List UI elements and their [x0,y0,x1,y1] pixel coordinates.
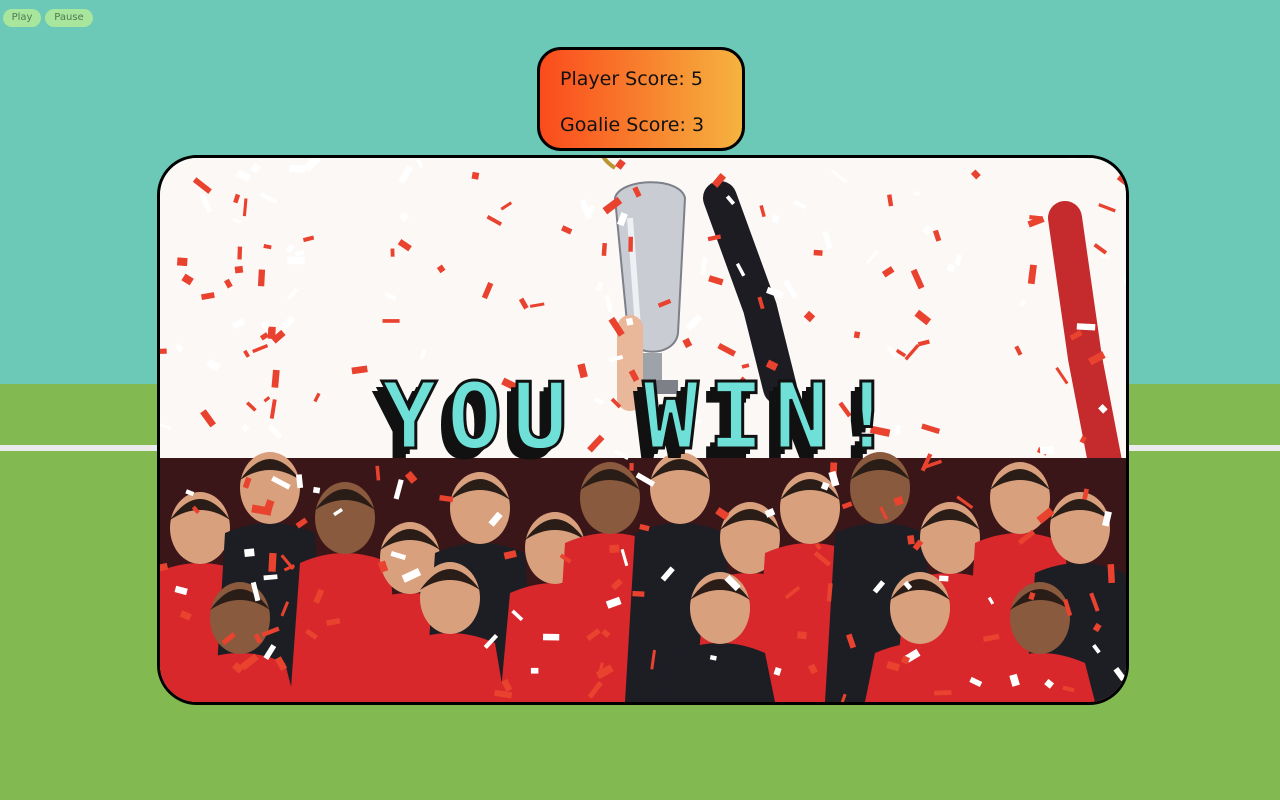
confetti-piece [471,171,480,180]
pause-button[interactable]: Pause [45,9,93,27]
win-panel: YOU WIN! [157,155,1129,705]
confetti-piece [625,317,634,326]
confetti-piece [913,191,920,196]
confetti-piece [934,690,952,696]
player-body [985,653,1095,702]
confetti-piece [1101,254,1110,259]
player-score-label: Player Score: [560,68,685,90]
confetti-piece [160,348,167,355]
confetti-piece [237,246,243,260]
confetti-piece [257,269,266,287]
confetti-piece [287,256,305,265]
scoreboard: Player Score: 5 Goalie Score: 3 [537,47,745,151]
confetti-piece [853,331,861,339]
win-message: YOU WIN! [380,362,905,472]
player-score-line: Player Score: 5 [560,68,703,90]
confetti-piece [632,590,645,597]
confetti-piece [939,575,949,582]
player-body [665,643,775,702]
confetti-piece [1107,564,1115,584]
confetti-piece [176,257,188,267]
game-stage: Play Pause Player Score: 5 Goalie Score:… [0,0,1280,800]
confetti-piece [234,265,244,274]
confetti-piece [530,667,539,674]
confetti-piece [267,326,276,339]
confetti-piece [609,544,620,554]
goalie-score-label: Goalie Score: [560,114,686,136]
confetti-piece [813,249,823,256]
confetti-piece [244,548,255,558]
goalie-score-line: Goalie Score: 3 [560,114,704,136]
confetti-piece [390,248,395,257]
goalie-score-value: 3 [691,114,705,136]
player-body [865,643,975,702]
player-score-value: 5 [690,68,703,90]
play-button[interactable]: Play [3,9,41,27]
confetti-piece [1076,323,1096,331]
confetti-piece [907,535,915,545]
confetti-piece [268,552,277,572]
confetti-piece [312,486,321,494]
confetti-piece [289,164,306,173]
confetti-piece [797,631,808,640]
confetti-piece [382,319,400,323]
confetti-piece [628,236,633,252]
confetti-piece [601,242,607,256]
confetti-piece [542,633,560,641]
